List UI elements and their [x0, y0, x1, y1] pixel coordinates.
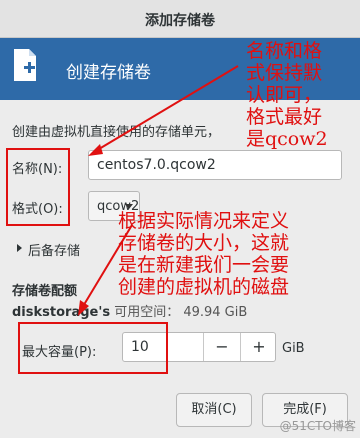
annotation-note-format: 名称和格 式保持默 认即可， 格式最好 是qcow2	[246, 40, 328, 150]
annotation-note-capacity: 根据实际情况来定义 存储卷的大小，这就 是在新建我们一会要 创建的虚拟机的磁盘	[118, 210, 290, 298]
watermark: @51CTO博客	[279, 419, 356, 433]
